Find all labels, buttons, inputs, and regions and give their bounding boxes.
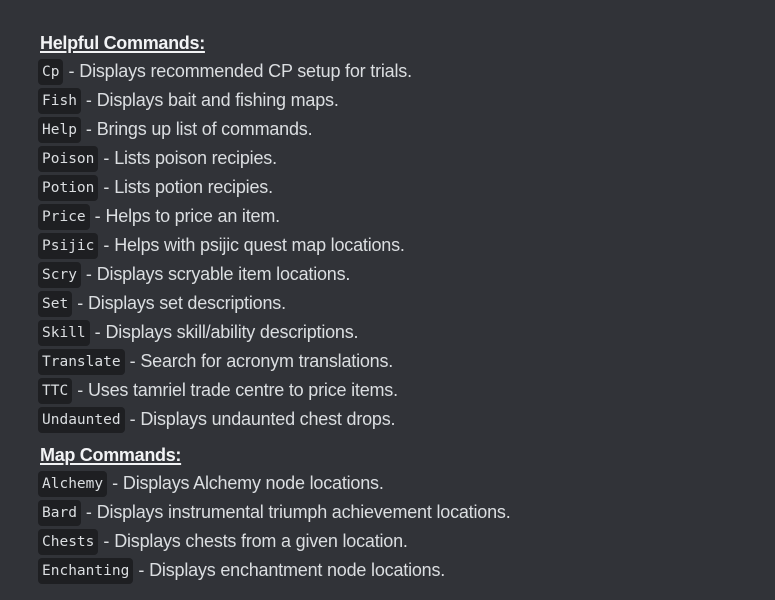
separator-dash: - (77, 293, 83, 313)
command-description: Displays recommended CP setup for trials… (79, 61, 412, 81)
command-name-code: TTC (38, 377, 73, 404)
command-name-code: Scry (38, 261, 81, 288)
command-item: Chests - Displays chests from a given loca… (38, 527, 511, 556)
command-item: Psijic - Helps with psijic quest map locat… (38, 231, 511, 260)
separator-dash: - (138, 560, 145, 580)
command-description: Lists potion recipies. (114, 177, 273, 197)
command-item: Price - Helps to price an item. (38, 202, 511, 231)
separator-dash: - (77, 380, 83, 400)
command-item: Bard - Displays instrumental triumph achie… (38, 498, 511, 527)
command-name-code: Enchanting (38, 557, 134, 584)
command-name-code: Alchemy (38, 470, 108, 497)
command-item: Fish - Displays bait and fishing maps. (38, 86, 511, 115)
command-item: Translate - Search for acronym translation… (38, 347, 511, 376)
command-item: Potion - Lists potion recipies. (38, 173, 511, 202)
command-description: Displays enchantment node locations. (149, 560, 446, 580)
section-heading-map-commands: Map Commands: (40, 445, 182, 465)
command-item: Cp - Displays recommended CP setup for tri… (38, 57, 511, 86)
command-description: Helps to price an item. (105, 206, 280, 226)
separator-dash: - (94, 322, 101, 342)
separator-dash: - (112, 473, 118, 493)
separator-dash: - (85, 264, 92, 284)
command-item: Poison - Lists poison recipies. (38, 144, 511, 173)
command-description: Displays bait and fishing maps. (96, 90, 339, 110)
command-description: Displays set descriptions. (88, 293, 286, 313)
command-description: Search for acronym translations. (140, 351, 394, 371)
command-description: Brings up list of commands. (96, 119, 313, 139)
command-description: Uses tamriel trade centre to price items… (88, 380, 398, 400)
command-name-code: Chests (38, 528, 99, 555)
command-description: Helps with psijic quest map locations. (114, 235, 405, 255)
separator-dash: - (103, 177, 110, 197)
separator-dash: - (103, 235, 110, 255)
command-name-code: Skill (38, 319, 90, 346)
command-item: Scry - Displays scryable item locations. (38, 260, 511, 289)
command-name-code: Price (38, 203, 90, 230)
map-commands-list: Alchemy - Displays Alchemy node locations.… (38, 469, 511, 585)
command-item: Help - Brings up list of commands. (38, 115, 511, 144)
command-item: Enchanting - Displays enchantment node loc… (38, 556, 511, 585)
command-item: Set - Displays set descriptions. (38, 289, 511, 318)
separator-dash: - (85, 502, 92, 522)
separator-dash: - (85, 119, 92, 139)
command-description: Displays instrumental triumph achievemen… (96, 502, 511, 522)
section-heading-helpful-commands: Helpful Commands: (40, 33, 205, 53)
command-item: TTC - Uses tamriel trade centre to price i… (38, 376, 511, 405)
command-name-code: Bard (38, 499, 81, 526)
message-content: Helpful Commands: Cp - Displays recommende… (38, 30, 511, 585)
command-name-code: Translate (38, 348, 125, 375)
separator-dash: - (103, 148, 110, 168)
command-item: Alchemy - Displays Alchemy node locations. (38, 469, 511, 498)
command-description: Displays Alchemy node locations. (122, 473, 384, 493)
separator-dash: - (85, 90, 92, 110)
command-name-code: Fish (38, 87, 81, 114)
command-name-code: Set (38, 290, 73, 317)
command-description: Displays chests from a given location. (114, 531, 408, 551)
helpful-commands-list: Cp - Displays recommended CP setup for tri… (38, 57, 511, 434)
command-description: Displays undaunted chest drops. (140, 409, 396, 429)
command-description: Displays skill/ability descriptions. (105, 322, 359, 342)
separator-dash: - (94, 206, 101, 226)
command-name-code: Cp (38, 58, 64, 85)
command-item: Skill - Displays skill/ability description… (38, 318, 511, 347)
separator-dash: - (103, 531, 110, 551)
command-item: Undaunted - Displays undaunted chest drops… (38, 405, 511, 434)
command-name-code: Help (38, 116, 81, 143)
command-description: Lists poison recipies. (114, 148, 277, 168)
command-description: Displays scryable item locations. (96, 264, 351, 284)
command-name-code: Psijic (38, 232, 99, 259)
command-name-code: Potion (38, 174, 99, 201)
separator-dash: - (68, 61, 75, 81)
command-name-code: Poison (38, 145, 99, 172)
separator-dash: - (129, 351, 136, 371)
separator-dash: - (129, 409, 136, 429)
command-name-code: Undaunted (38, 406, 125, 433)
